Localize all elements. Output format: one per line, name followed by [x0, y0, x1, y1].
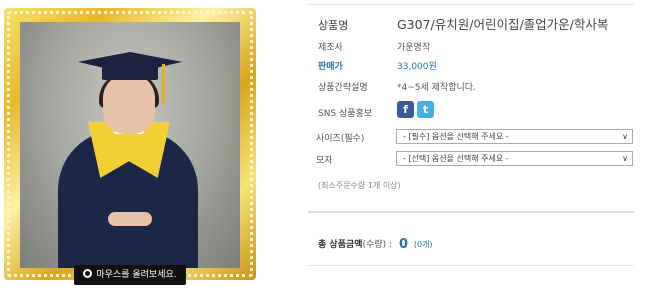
maker-label: 제조사 [318, 43, 343, 53]
magnifier-icon [83, 269, 93, 278]
size-option-label: 사이즈(필수) [316, 134, 365, 144]
cap-select-value: - [선택] 옵션을 선택해 주세요 - [403, 154, 509, 163]
cap-option-label: 모자 [316, 156, 333, 166]
sns-label: SNS 상품홍보 [318, 109, 373, 119]
chevron-down-icon: ∨ [622, 132, 628, 141]
divider [308, 265, 634, 266]
zoom-hint-text: 마우스를 올려보세요. [96, 270, 177, 280]
zoom-hint: 마우스를 올려보세요. [74, 265, 186, 285]
total-colon: : [389, 240, 393, 250]
maker-value: 가운명작 [397, 43, 431, 53]
total-label: 총 상품금액 [318, 240, 363, 250]
min-order-note: (최소주문수량 1개 이상) [318, 181, 401, 190]
mortarboard [78, 52, 182, 74]
description-value: *4~5세 제작합니다. [397, 83, 476, 93]
product-image-area: 마우스를 올려보세요. [0, 0, 260, 289]
total-price: 총 상품금액(수량) : 0 (0개) [318, 237, 433, 252]
price-label: 판매가 [318, 62, 343, 72]
product-photo[interactable] [20, 22, 240, 268]
cap-select[interactable]: - [선택] 옵션을 선택해 주세요 - ∨ [396, 151, 633, 166]
total-amount: 0 [398, 237, 408, 252]
product-name-label: 상품명 [318, 19, 349, 32]
face [103, 74, 155, 134]
tassel [162, 64, 165, 104]
divider [308, 4, 634, 5]
twitter-icon[interactable]: t [417, 101, 434, 118]
total-count: (0개) [413, 240, 433, 249]
hands [108, 212, 152, 226]
total-sub-label: (수량) [362, 240, 387, 250]
size-select-value: - [필수] 옵션을 선택해 주세요 - [403, 132, 509, 141]
description-label: 상품간략설명 [318, 83, 368, 93]
facebook-icon[interactable]: f [397, 101, 414, 118]
price-value: 33,000원 [397, 62, 437, 72]
product-name-value: G307/유치원/어린이집/졸업가운/학사복 [397, 17, 609, 32]
chevron-down-icon: ∨ [622, 154, 628, 163]
product-info: 상품명 G307/유치원/어린이집/졸업가운/학사복 제조사 가운명작 판매가 … [308, 0, 638, 289]
divider [308, 211, 634, 213]
size-select[interactable]: - [필수] 옵션을 선택해 주세요 - ∨ [396, 129, 633, 144]
